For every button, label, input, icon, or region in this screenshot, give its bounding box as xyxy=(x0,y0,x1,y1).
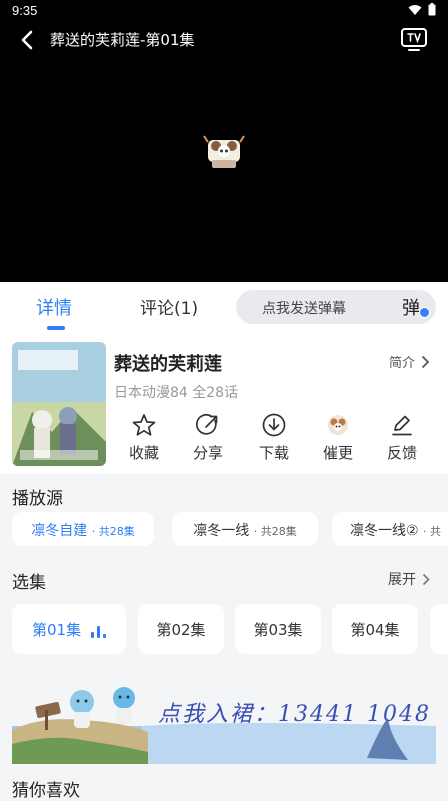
intro-label: 简介 xyxy=(388,356,415,371)
status-icons xyxy=(408,3,436,16)
download-label: 下载 xyxy=(258,444,289,462)
recommend-section-title: 猜你喜欢 xyxy=(12,781,80,801)
danmaku-check-icon xyxy=(419,307,430,318)
wifi-icon xyxy=(408,4,422,15)
download-icon xyxy=(262,413,286,437)
source-section-title: 播放源 xyxy=(12,489,63,509)
download-button[interactable]: 下载 xyxy=(246,412,302,463)
share-label: 分享 xyxy=(192,444,223,462)
episode-item-partial[interactable] xyxy=(430,604,448,654)
video-player[interactable]: 9:35 葬送的芙莉莲-第01集 xyxy=(0,0,448,282)
danmaku-toggle-button[interactable]: 弹 xyxy=(402,294,430,320)
episode-label: 第01集 xyxy=(32,621,82,639)
request-update-button[interactable]: 催更 xyxy=(310,412,366,463)
edit-icon xyxy=(392,415,412,436)
episode-section-title: 选集 xyxy=(12,573,46,593)
source-count: · 共 xyxy=(423,525,442,538)
source-name: 凛冬自建 xyxy=(31,523,88,539)
action-bar: 收藏 分享 下载 催更 反馈 xyxy=(114,412,448,468)
banner-text: 点我入裙：13441 1048 xyxy=(158,702,431,727)
favorite-label: 收藏 xyxy=(128,444,159,462)
episode-item[interactable]: 第04集 xyxy=(332,604,418,654)
expand-episodes-link[interactable]: 展开 xyxy=(388,569,430,589)
source-count: · 共28集 xyxy=(91,525,135,538)
source-chip[interactable]: 凛冬一线② · 共 xyxy=(332,512,448,546)
source-chip[interactable]: 凛冬自建 · 共28集 xyxy=(12,512,154,546)
episode-item[interactable]: 第02集 xyxy=(138,604,224,654)
mascot-icon xyxy=(328,415,348,435)
danmaku-placeholder: 点我发送弹幕 xyxy=(262,301,346,317)
group-banner[interactable]: 点我入裙：13441 1048 xyxy=(12,680,436,764)
anime-meta: 日本动漫84 全28话 xyxy=(114,385,239,401)
loading-mascot-icon xyxy=(203,135,245,168)
back-arrow-icon[interactable] xyxy=(14,26,42,54)
status-bar: 9:35 xyxy=(0,0,448,22)
tab-active-indicator xyxy=(47,326,65,330)
favorite-button[interactable]: 收藏 xyxy=(116,412,172,463)
anime-title: 葬送的芙莉莲 xyxy=(114,354,222,375)
expand-label: 展开 xyxy=(388,572,416,588)
danmaku-toggle-label: 弹 xyxy=(402,298,420,319)
tab-bar: 详情 评论(1) 点我发送弹幕 弹 xyxy=(0,282,448,334)
video-title: 葬送的芙莉莲-第01集 xyxy=(50,31,195,49)
source-count: · 共28集 xyxy=(253,525,297,538)
feedback-label: 反馈 xyxy=(386,444,417,462)
anime-info-card: 葬送的芙莉莲 日本动漫84 全28话 简介 收藏 分享 下载 催更 反馈 xyxy=(0,334,448,474)
source-chip[interactable]: 凛冬一线 · 共28集 xyxy=(172,512,318,546)
source-name: 凛冬一线② xyxy=(350,523,419,539)
tab-comments[interactable]: 评论(1) xyxy=(140,294,198,319)
source-name: 凛冬一线 xyxy=(193,523,250,539)
player-header: 葬送的芙莉莲-第01集 xyxy=(0,22,448,56)
episode-label: 第02集 xyxy=(156,621,206,639)
chevron-right-icon xyxy=(421,355,430,368)
tab-details[interactable]: 详情 xyxy=(36,294,72,320)
tv-cast-icon[interactable] xyxy=(400,26,428,52)
episode-item[interactable]: 第03集 xyxy=(235,604,321,654)
feedback-button[interactable]: 反馈 xyxy=(374,412,430,463)
danmaku-input[interactable]: 点我发送弹幕 弹 xyxy=(236,290,436,324)
playing-indicator-icon xyxy=(91,626,106,638)
episode-item[interactable]: 第01集 xyxy=(12,604,126,654)
status-time: 9:35 xyxy=(12,3,38,18)
share-icon xyxy=(195,414,218,435)
anime-cover-image[interactable] xyxy=(12,342,106,466)
details-panel: 详情 评论(1) 点我发送弹幕 弹 葬送的芙莉莲 日本动漫84 全28话 简介 xyxy=(0,282,448,801)
intro-link[interactable]: 简介 xyxy=(389,352,430,371)
battery-icon xyxy=(428,3,436,16)
star-icon xyxy=(132,414,156,436)
source-list: 凛冬自建 · 共28集 凛冬一线 · 共28集 凛冬一线② · 共 xyxy=(12,512,448,546)
episode-label: 第04集 xyxy=(350,621,400,639)
request-update-label: 催更 xyxy=(322,444,353,462)
chevron-right-icon xyxy=(422,573,430,585)
episode-label: 第03集 xyxy=(253,621,303,639)
share-button[interactable]: 分享 xyxy=(180,412,236,463)
episode-list: 第01集 第02集 第03集 第04集 xyxy=(12,604,448,654)
